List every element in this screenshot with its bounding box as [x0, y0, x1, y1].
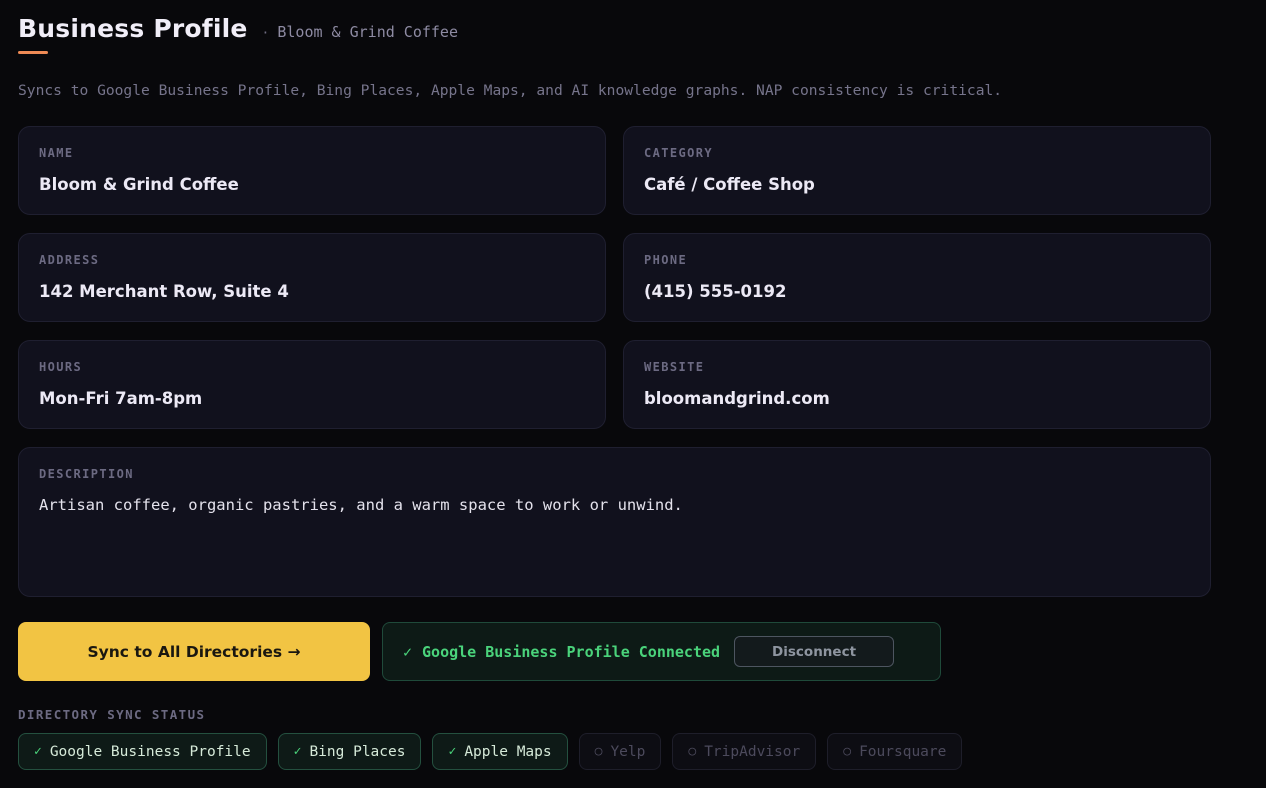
category-label: CATEGORY [644, 146, 713, 160]
directory-chip-bing-places[interactable]: ✓ Bing Places [277, 733, 422, 770]
address-value[interactable]: 142 Merchant Row, Suite 4 [39, 282, 289, 301]
title-separator: · [261, 26, 270, 41]
address-label: ADDRESS [39, 253, 100, 267]
page-title: Business Profile [18, 14, 248, 43]
phone-value[interactable]: (415) 555-0192 [644, 282, 786, 301]
empty-circle-icon: ○ [594, 744, 603, 759]
check-icon: ✓ [293, 744, 302, 759]
category-value[interactable]: Café / Coffee Shop [644, 175, 815, 194]
website-label: WEBSITE [644, 360, 705, 374]
directory-chip-label: TripAdvisor [704, 743, 801, 760]
directory-chip-label: Foursquare [859, 743, 947, 760]
description-value[interactable]: Artisan coffee, organic pastries, and a … [39, 496, 683, 514]
name-value[interactable]: Bloom & Grind Coffee [39, 175, 239, 194]
connected-status-text: Google Business Profile Connected [422, 642, 721, 661]
disconnect-button[interactable]: Disconnect [734, 636, 895, 667]
business-profile-page: Business Profile · Bloom & Grind Coffee … [0, 0, 1266, 788]
check-icon: ✓ [34, 744, 42, 759]
address-field[interactable]: ADDRESS 142 Merchant Row, Suite 4 [18, 233, 606, 322]
directory-chip-label: Apple Maps [464, 743, 552, 760]
phone-field[interactable]: PHONE (415) 555-0192 [623, 233, 1211, 322]
category-field[interactable]: CATEGORY Café / Coffee Shop [623, 126, 1211, 215]
intro-text: Syncs to Google Business Profile, Bing P… [18, 82, 1003, 99]
check-icon: ✓ [448, 744, 457, 759]
name-field[interactable]: NAME Bloom & Grind Coffee [18, 126, 606, 215]
directory-chip-foursquare[interactable]: ○ Foursquare [827, 733, 963, 770]
directory-chip-yelp[interactable]: ○ Yelp [578, 733, 662, 770]
directory-status-list: ✓ Google Business Profile ✓ Bing Places … [18, 733, 963, 770]
page-header: Business Profile · Bloom & Grind Coffee [18, 14, 458, 43]
description-label: DESCRIPTION [39, 467, 134, 481]
directory-chip-google-business-profile[interactable]: ✓ Google Business Profile [18, 733, 267, 770]
phone-label: PHONE [644, 253, 688, 267]
website-field[interactable]: WEBSITE bloomandgrind.com [623, 340, 1211, 429]
check-icon: ✓ [403, 642, 413, 661]
sync-all-directories-button[interactable]: Sync to All Directories → [18, 622, 370, 681]
empty-circle-icon: ○ [688, 744, 697, 759]
directory-sync-status-heading: DIRECTORY SYNC STATUS [18, 707, 206, 722]
directory-chip-tripadvisor[interactable]: ○ TripAdvisor [672, 733, 817, 770]
hours-field[interactable]: HOURS Mon-Fri 7am-8pm [18, 340, 606, 429]
hours-label: HOURS [39, 360, 83, 374]
empty-circle-icon: ○ [843, 744, 852, 759]
hours-value[interactable]: Mon-Fri 7am-8pm [39, 389, 202, 408]
website-value[interactable]: bloomandgrind.com [644, 389, 830, 408]
title-accent-underline [18, 51, 48, 54]
business-subtitle: Bloom & Grind Coffee [277, 23, 458, 41]
directory-chip-label: Bing Places [309, 743, 406, 760]
google-connection-status: ✓ Google Business Profile Connected Disc… [382, 622, 941, 681]
directory-chip-label: Yelp [610, 743, 646, 760]
directory-chip-apple-maps[interactable]: ✓ Apple Maps [432, 733, 568, 770]
name-label: NAME [39, 146, 74, 160]
description-field[interactable]: DESCRIPTION Artisan coffee, organic past… [18, 447, 1211, 597]
directory-chip-label: Google Business Profile [49, 743, 251, 760]
